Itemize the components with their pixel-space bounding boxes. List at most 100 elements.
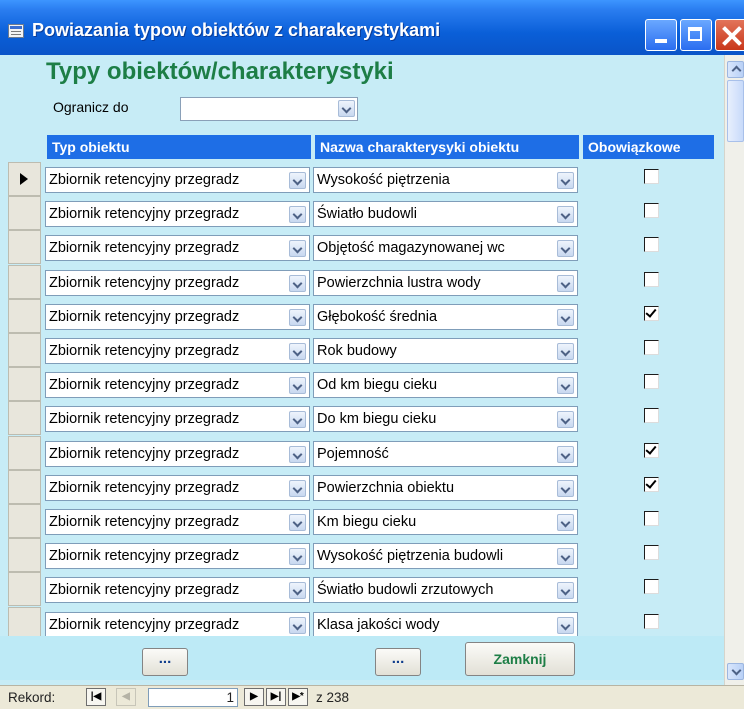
last-record-icon[interactable]: ▶| [266,688,286,706]
record-selector[interactable] [8,264,41,299]
scroll-up-icon[interactable] [727,61,744,78]
typ-obiektu-combo[interactable]: Zbiornik retencyjny przegradz [45,577,310,604]
chevron-down-icon[interactable] [289,172,306,189]
record-selector[interactable] [8,469,41,504]
record-selector[interactable] [8,333,41,367]
nazwa-charakterystyki-combo[interactable]: Klasa jakości wody [313,611,578,638]
chevron-down-icon[interactable] [557,343,574,360]
filter-combo[interactable] [180,97,358,121]
obowiazkowe-checkbox[interactable] [644,545,659,561]
obowiazkowe-checkbox[interactable] [644,613,659,629]
vertical-scrollbar[interactable] [724,55,744,685]
chevron-down-icon[interactable] [557,445,574,463]
record-selector[interactable] [8,230,41,265]
ellipsis-button-1[interactable]: ... [142,648,188,676]
chevron-down-icon[interactable] [557,274,574,292]
maximize-icon[interactable] [680,19,712,51]
typ-obiektu-combo[interactable]: Zbiornik retencyjny przegradz [45,372,310,399]
chevron-down-icon[interactable] [557,172,574,189]
record-selector[interactable] [8,538,41,573]
record-selector-current[interactable] [8,162,41,196]
nazwa-charakterystyki-combo[interactable]: Światło budowli zrzutowych [313,577,578,604]
chevron-down-icon[interactable] [557,206,574,224]
chevron-down-icon[interactable] [338,100,355,117]
next-record-icon[interactable]: ▶ [244,688,264,706]
chevron-down-icon[interactable] [289,445,306,463]
nazwa-charakterystyki-combo[interactable]: Objętość magazynowanej wc [313,235,578,262]
obowiazkowe-checkbox[interactable] [644,271,659,287]
record-selector[interactable] [8,401,41,436]
nazwa-charakterystyki-combo[interactable]: Od km biegu cieku [313,372,578,399]
typ-obiektu-combo[interactable]: Zbiornik retencyjny przegradz [45,509,310,535]
chevron-down-icon[interactable] [289,479,306,497]
obowiazkowe-checkbox[interactable] [644,408,659,424]
chevron-down-icon[interactable] [289,343,306,360]
previous-record-icon[interactable]: ◀ [116,688,136,706]
record-selector[interactable] [8,367,41,402]
chevron-down-icon[interactable] [289,582,306,600]
typ-obiektu-combo[interactable]: Zbiornik retencyjny przegradz [45,303,310,330]
obowiazkowe-checkbox[interactable] [644,305,659,321]
record-selector[interactable] [8,572,41,607]
typ-obiektu-combo[interactable]: Zbiornik retencyjny przegradz [45,406,310,433]
record-selector[interactable] [8,196,41,231]
chevron-down-icon[interactable] [289,377,306,395]
obowiazkowe-checkbox[interactable] [644,579,659,595]
chevron-down-icon[interactable] [557,548,574,566]
chevron-down-icon[interactable] [289,411,306,429]
obowiazkowe-checkbox[interactable] [644,169,659,184]
minimize-icon[interactable] [645,19,677,51]
typ-obiektu-combo[interactable]: Zbiornik retencyjny przegradz [45,611,310,638]
chevron-down-icon[interactable] [557,240,574,258]
chevron-down-icon[interactable] [289,616,306,634]
typ-obiektu-combo[interactable]: Zbiornik retencyjny przegradz [45,474,310,501]
chevron-down-icon[interactable] [289,240,306,258]
typ-obiektu-combo[interactable]: Zbiornik retencyjny przegradz [45,338,310,364]
chevron-down-icon[interactable] [289,548,306,566]
record-selector[interactable] [8,298,41,333]
typ-obiektu-combo[interactable]: Zbiornik retencyjny przegradz [45,235,310,262]
nazwa-charakterystyki-combo[interactable]: Do km biegu cieku [313,406,578,433]
obowiazkowe-checkbox[interactable] [644,340,659,355]
nazwa-charakterystyki-combo[interactable]: Powierzchnia lustra wody [313,269,578,296]
scroll-thumb[interactable] [727,80,744,142]
nazwa-charakterystyki-combo[interactable]: Głębokość średnia [313,303,578,330]
title-bar[interactable]: Powiazania typow obiektów z charakerysty… [0,0,744,55]
chevron-down-icon[interactable] [289,514,306,531]
typ-obiektu-combo[interactable]: Zbiornik retencyjny przegradz [45,543,310,570]
record-selector[interactable] [8,504,41,538]
new-record-icon[interactable]: ▶* [288,688,308,706]
chevron-down-icon[interactable] [289,308,306,326]
typ-obiektu-combo[interactable]: Zbiornik retencyjny przegradz [45,269,310,296]
obowiazkowe-checkbox[interactable] [644,511,659,526]
record-selector[interactable] [8,435,41,470]
nazwa-charakterystyki-combo[interactable]: Km biegu cieku [313,509,578,535]
obowiazkowe-checkbox[interactable] [644,476,659,492]
obowiazkowe-checkbox[interactable] [644,442,659,458]
typ-obiektu-combo[interactable]: Zbiornik retencyjny przegradz [45,201,310,228]
obowiazkowe-checkbox[interactable] [644,374,659,390]
nazwa-charakterystyki-combo[interactable]: Pojemność [313,440,578,467]
chevron-down-icon[interactable] [289,274,306,292]
nazwa-charakterystyki-combo[interactable]: Powierzchnia obiektu [313,474,578,501]
obowiazkowe-checkbox[interactable] [644,237,659,253]
obowiazkowe-checkbox[interactable] [644,203,659,219]
close-icon[interactable] [715,19,744,51]
nazwa-charakterystyki-combo[interactable]: Wysokość piętrzenia [313,167,578,193]
nazwa-charakterystyki-combo[interactable]: Światło budowli [313,201,578,228]
nazwa-charakterystyki-combo[interactable]: Rok budowy [313,338,578,364]
first-record-icon[interactable]: |◀ [86,688,106,706]
chevron-down-icon[interactable] [557,308,574,326]
record-number-input[interactable]: 1 [148,688,238,707]
chevron-down-icon[interactable] [557,479,574,497]
ellipsis-button-2[interactable]: ... [375,648,421,676]
nazwa-charakterystyki-combo[interactable]: Wysokość piętrzenia budowli [313,543,578,570]
chevron-down-icon[interactable] [557,582,574,600]
typ-obiektu-combo[interactable]: Zbiornik retencyjny przegradz [45,440,310,467]
typ-obiektu-combo[interactable]: Zbiornik retencyjny przegradz [45,167,310,193]
chevron-down-icon[interactable] [557,411,574,429]
chevron-down-icon[interactable] [289,206,306,224]
close-button[interactable]: Zamknij [465,642,575,676]
chevron-down-icon[interactable] [557,616,574,634]
scroll-down-icon[interactable] [727,663,744,680]
